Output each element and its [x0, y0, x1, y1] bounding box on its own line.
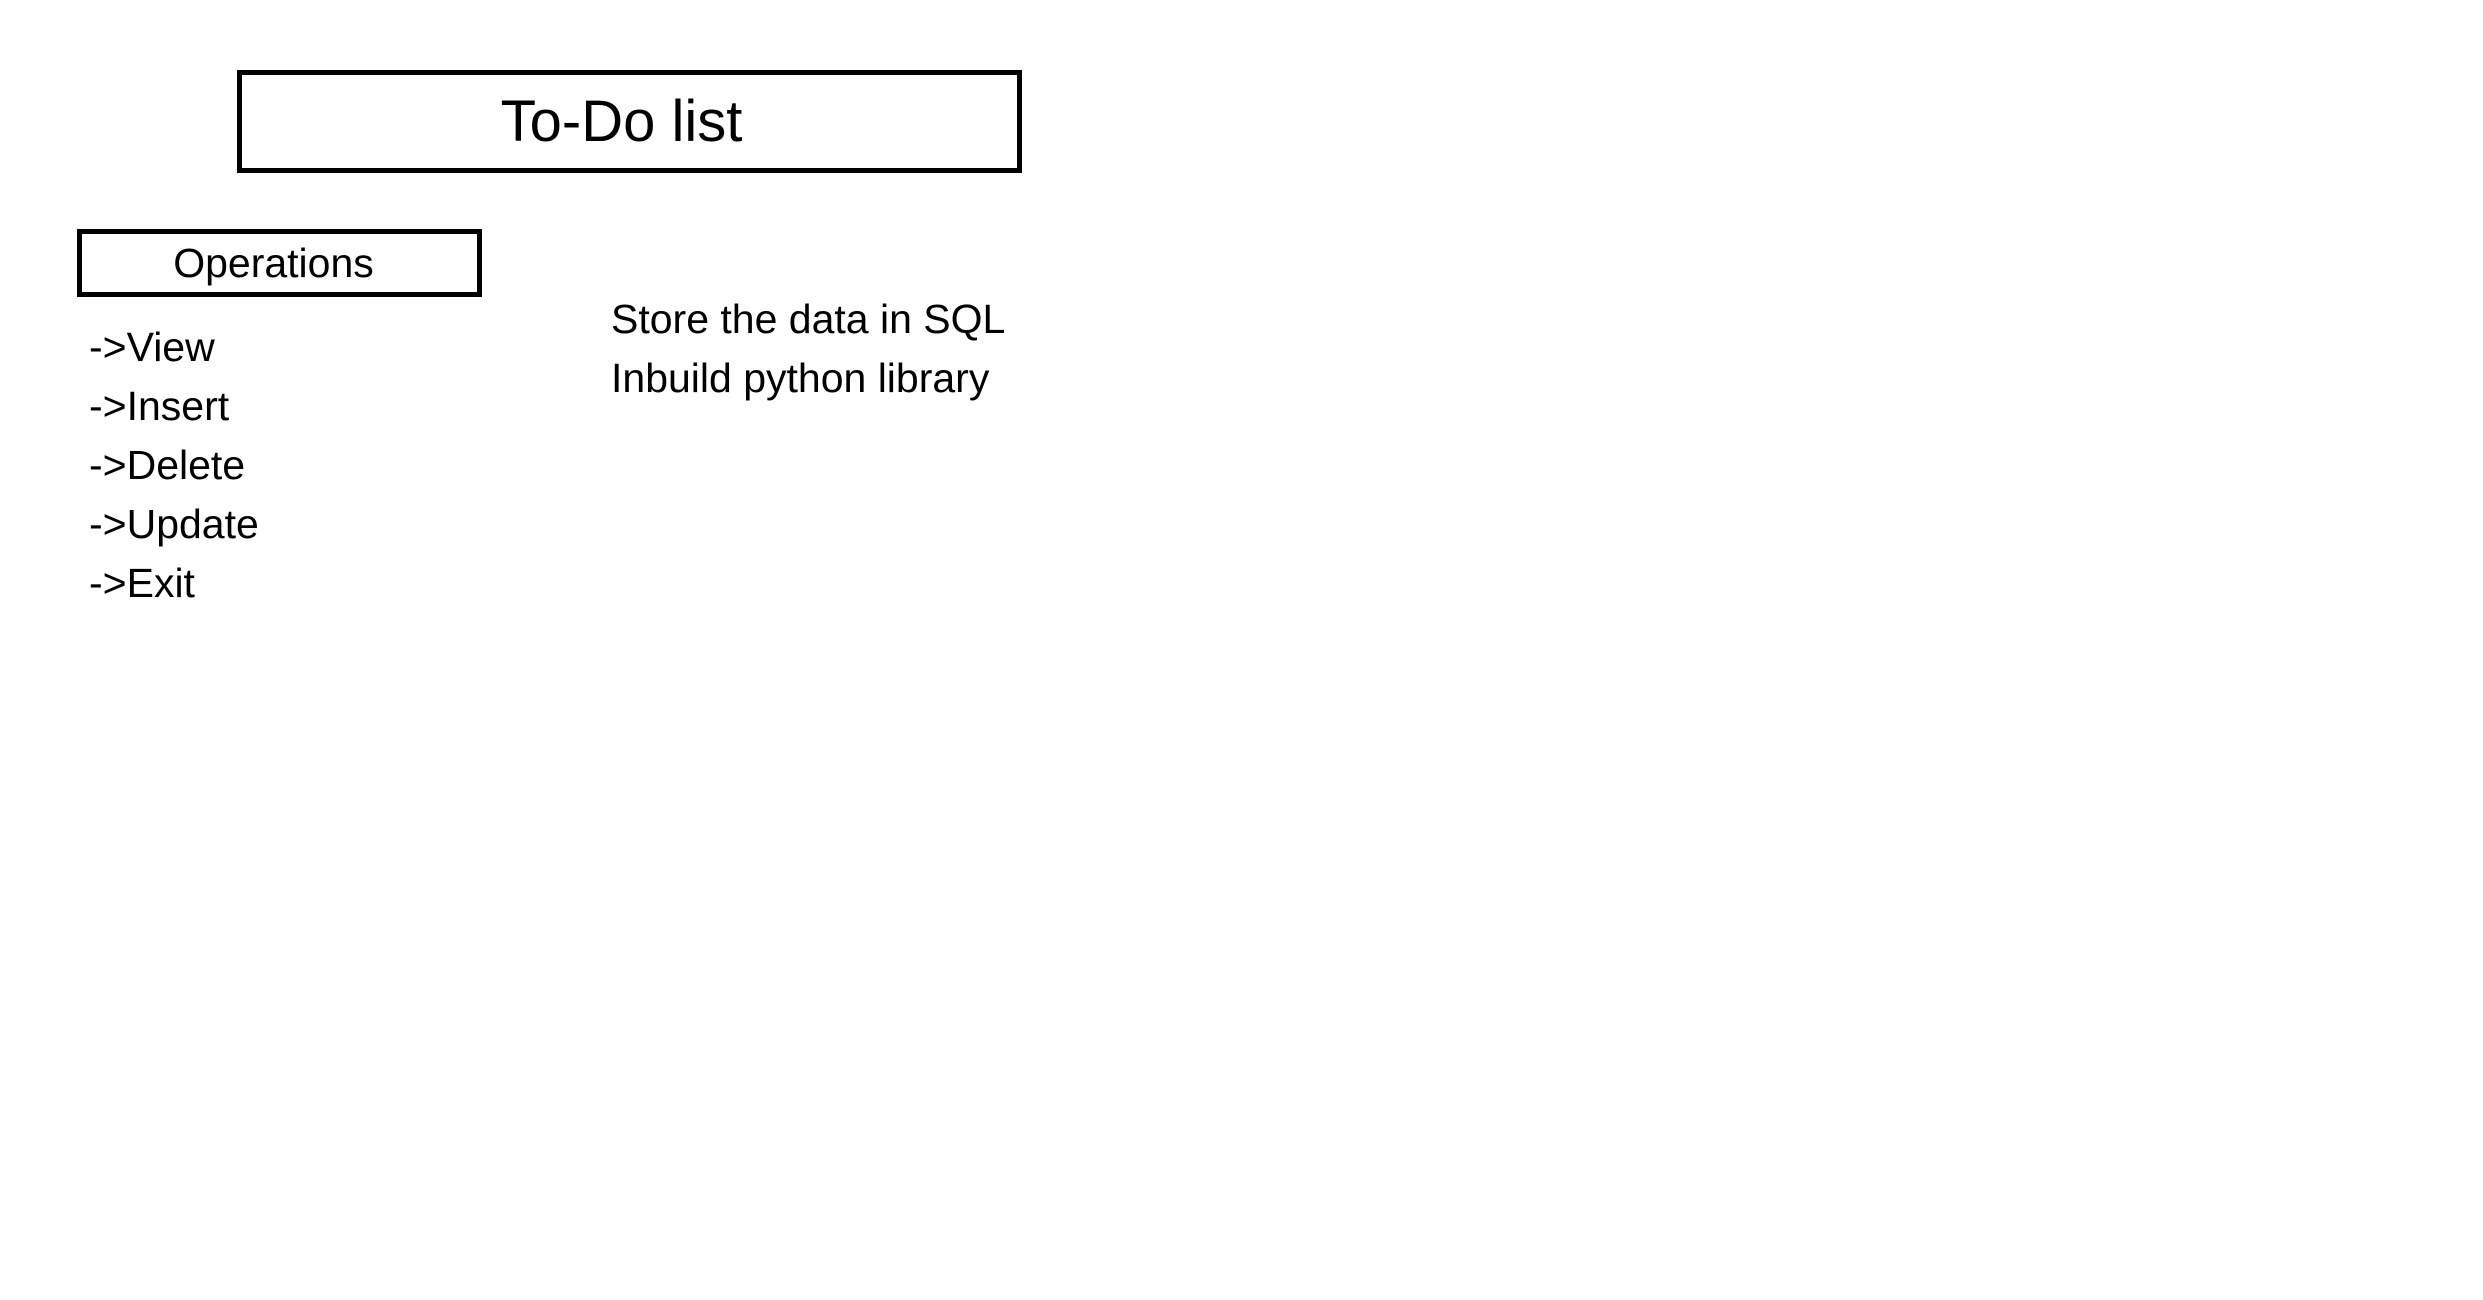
operation-insert: ->Insert: [89, 383, 230, 429]
operation-view: ->View: [89, 324, 215, 370]
note-python-library: Inbuild python library: [611, 355, 990, 401]
operations-list: ->View ->Insert ->Delete ->Update ->Exit: [89, 318, 259, 613]
note-sql: Store the data in SQL: [611, 296, 1006, 342]
operation-update: ->Update: [89, 501, 259, 547]
operations-heading: Operations: [173, 239, 374, 286]
operation-exit: ->Exit: [89, 560, 195, 606]
operation-delete: ->Delete: [89, 442, 246, 488]
storage-notes: Store the data in SQL Inbuild python lib…: [611, 290, 1005, 408]
title-box: To-Do list: [237, 70, 1022, 173]
operations-box: Operations: [77, 229, 482, 297]
page-title: To-Do list: [500, 88, 743, 154]
